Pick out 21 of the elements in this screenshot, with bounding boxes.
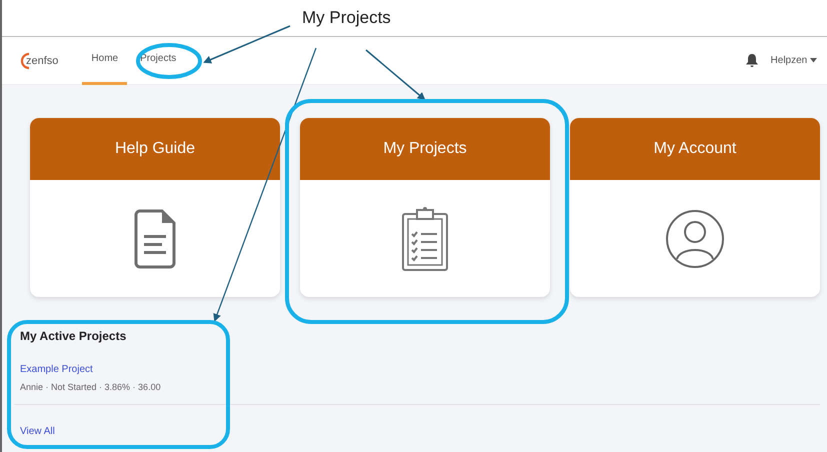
- user-avatar-icon: [665, 208, 725, 268]
- annotation-arrow: [366, 49, 426, 100]
- logo[interactable]: zenfso: [26, 54, 58, 66]
- project-link[interactable]: Example Project: [20, 364, 93, 375]
- highlight-ellipse: [136, 43, 202, 79]
- project-details: Annie · Not Started · 3.86% · 36.00: [20, 382, 162, 392]
- dashboard-card[interactable]: Help Guide: [30, 118, 280, 297]
- card-title: My Account: [654, 140, 736, 158]
- view-all-link[interactable]: View All: [20, 426, 55, 437]
- card-title: Help Guide: [114, 140, 196, 158]
- card-title: My Projects: [383, 140, 467, 158]
- dashboard-card[interactable]: My Projects: [300, 118, 550, 297]
- callout-label: My Projects: [302, 8, 391, 28]
- dashboard-card[interactable]: My Account: [570, 118, 820, 297]
- document-icon: [134, 208, 176, 268]
- section-title: My Active Projects: [20, 329, 128, 343]
- user-menu[interactable]: Helpzen: [770, 55, 817, 66]
- nav-tab[interactable]: Projects: [131, 36, 186, 84]
- clipboard-icon: [401, 206, 449, 272]
- bell-icon[interactable]: [744, 53, 759, 68]
- caret-icon: [810, 58, 817, 63]
